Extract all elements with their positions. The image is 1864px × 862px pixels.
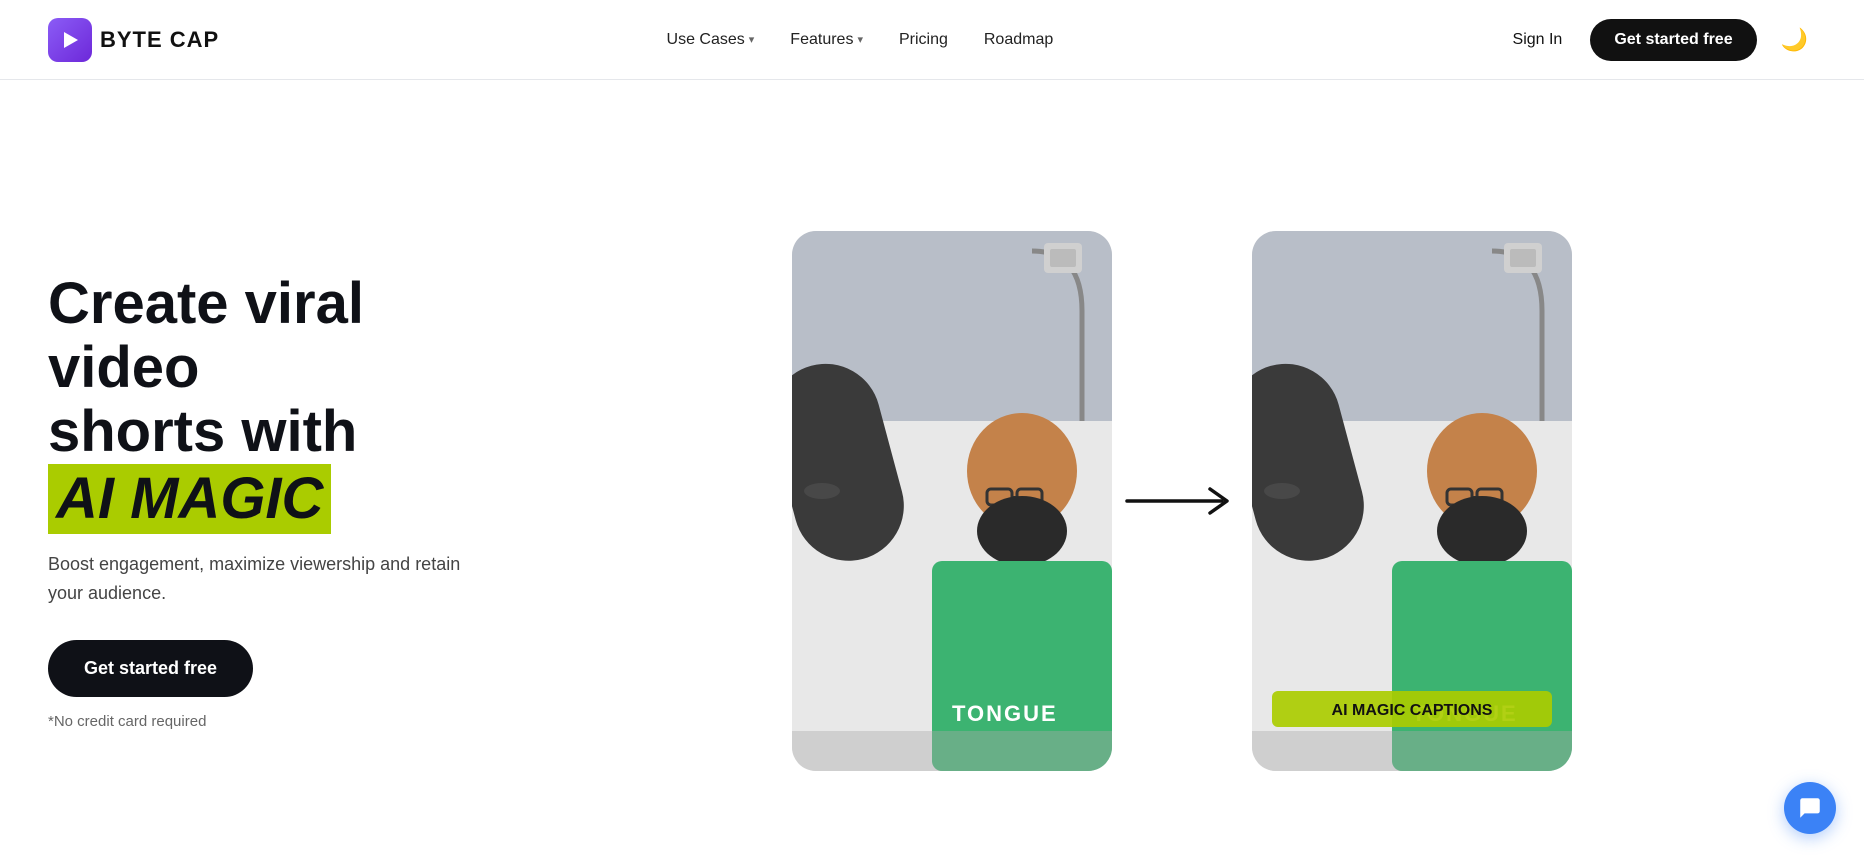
navbar-actions: Sign In Get started free 🌙: [1501, 19, 1816, 61]
nav-item-use-cases[interactable]: Use Cases ▾: [667, 31, 755, 49]
hero-note: *No credit card required: [48, 713, 508, 730]
chat-support-button[interactable]: [1784, 782, 1836, 834]
hero-visuals: TONGUE: [548, 211, 1816, 791]
svg-text:AI MAGIC CAPTIONS: AI MAGIC CAPTIONS: [1332, 702, 1493, 719]
logo-area: BYTE CAP: [48, 18, 219, 62]
chevron-down-icon: ▾: [857, 33, 863, 46]
get-started-nav-button[interactable]: Get started free: [1590, 19, 1756, 61]
brand-name: BYTE CAP: [100, 27, 219, 53]
svg-text:TONGUE: TONGUE: [952, 701, 1058, 726]
navbar: BYTE CAP Use Cases ▾ Features ▾ Pricing …: [0, 0, 1864, 80]
hero-title: Create viral video shorts with AI MAGIC: [48, 272, 508, 534]
logo-icon: [48, 18, 92, 62]
video-card-before: TONGUE: [792, 231, 1112, 771]
arrow-right-icon: [1122, 481, 1242, 521]
hero-highlight: AI MAGIC: [48, 464, 331, 535]
chat-icon: [1797, 795, 1823, 821]
dark-mode-toggle[interactable]: 🌙: [1773, 23, 1816, 57]
main-nav: Use Cases ▾ Features ▾ Pricing Roadmap: [667, 31, 1054, 49]
nav-item-features[interactable]: Features ▾: [790, 31, 863, 49]
signin-button[interactable]: Sign In: [1501, 23, 1575, 57]
hero-content: Create viral video shorts with AI MAGIC …: [48, 272, 548, 730]
hero-section: Create viral video shorts with AI MAGIC …: [0, 80, 1864, 862]
video-card-after: TONGUE AI MAGIC CAPTIONS: [1252, 231, 1572, 771]
transformation-arrow: [1112, 481, 1252, 521]
nav-item-roadmap[interactable]: Roadmap: [984, 31, 1053, 49]
chevron-down-icon: ▾: [749, 33, 755, 46]
nav-item-pricing[interactable]: Pricing: [899, 31, 948, 49]
get-started-hero-button[interactable]: Get started free: [48, 640, 253, 697]
hero-subtitle: Boost engagement, maximize viewership an…: [48, 550, 468, 608]
